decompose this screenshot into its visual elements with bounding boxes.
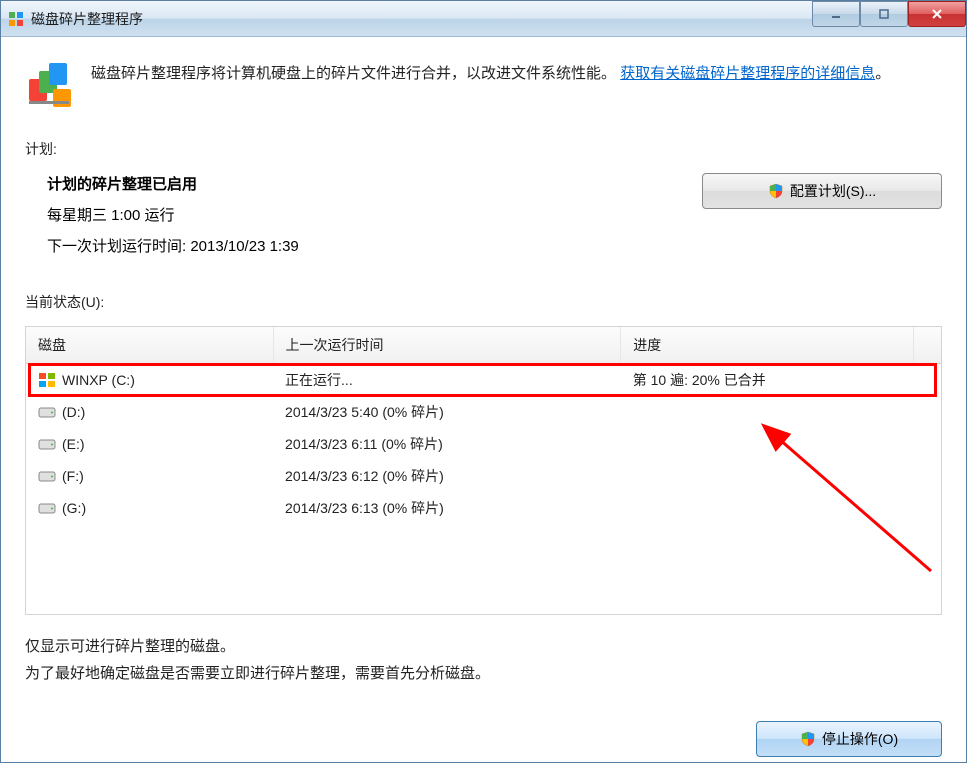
- schedule-section: 计划的碎片整理已启用 每星期三 1:00 运行 下一次计划运行时间: 2013/…: [25, 173, 942, 266]
- shield-icon: [800, 731, 816, 747]
- table-row[interactable]: (D:) 2014/3/23 5:40 (0% 碎片): [26, 396, 941, 428]
- table-row[interactable]: (E:) 2014/3/23 6:11 (0% 碎片): [26, 428, 941, 460]
- drive-icon: [38, 468, 56, 484]
- progress-value: 第 10 遍: 20% 已合并: [621, 364, 914, 397]
- drive-icon: [38, 404, 56, 420]
- header-info: 磁盘碎片整理程序将计算机硬盘上的碎片文件进行合并，以改进文件系统性能。 获取有关…: [25, 61, 942, 109]
- configure-schedule-label: 配置计划(S)...: [790, 181, 876, 201]
- progress-value: [621, 460, 914, 492]
- titlebar: 磁盘碎片整理程序: [1, 1, 966, 37]
- close-button[interactable]: [908, 1, 966, 27]
- stop-button-label: 停止操作(O): [822, 729, 898, 749]
- table-row[interactable]: WINXP (C:) 正在运行...第 10 遍: 20% 已合并: [26, 364, 941, 397]
- last-run-value: 2014/3/23 5:40 (0% 碎片): [273, 396, 621, 428]
- disk-name: (F:): [62, 468, 84, 484]
- last-run-value: 2014/3/23 6:12 (0% 碎片): [273, 460, 621, 492]
- column-spacer: [914, 327, 941, 364]
- progress-value: [621, 492, 914, 524]
- column-last-run[interactable]: 上一次运行时间: [273, 327, 621, 364]
- configure-schedule-button[interactable]: 配置计划(S)...: [702, 173, 942, 209]
- last-run-value: 正在运行...: [273, 364, 621, 397]
- minimize-button[interactable]: [812, 1, 860, 27]
- disk-name: (G:): [62, 500, 86, 516]
- windows-drive-icon: [38, 372, 56, 388]
- defrag-icon: [25, 61, 77, 109]
- drive-icon: [38, 436, 56, 452]
- footer-text: 仅显示可进行碎片整理的磁盘。 为了最好地确定磁盘是否需要立即进行碎片整理，需要首…: [25, 633, 942, 687]
- schedule-run-time: 每星期三 1:00 运行: [47, 204, 299, 225]
- schedule-enabled-title: 计划的碎片整理已启用: [47, 173, 299, 194]
- table-row[interactable]: (G:) 2014/3/23 6:13 (0% 碎片): [26, 492, 941, 524]
- disk-table: 磁盘 上一次运行时间 进度 WINXP (C:) 正在运行...第 10 遍: 2…: [25, 326, 942, 615]
- learn-more-link[interactable]: 获取有关磁盘碎片整理程序的详细信息: [620, 65, 875, 82]
- schedule-label: 计划:: [25, 139, 942, 159]
- disk-name: WINXP (C:): [62, 372, 135, 388]
- shield-icon: [768, 183, 784, 199]
- column-progress[interactable]: 进度: [621, 327, 914, 364]
- disk-name: (E:): [62, 436, 85, 452]
- progress-value: [621, 428, 914, 460]
- column-disk[interactable]: 磁盘: [26, 327, 273, 364]
- header-desc-text: 磁盘碎片整理程序将计算机硬盘上的碎片文件进行合并，以改进文件系统性能。: [91, 65, 616, 82]
- footer-line2: 为了最好地确定磁盘是否需要立即进行碎片整理，需要首先分析磁盘。: [25, 660, 942, 687]
- disk-name: (D:): [62, 404, 85, 420]
- maximize-button[interactable]: [860, 1, 908, 27]
- bottom-bar: 停止操作(O): [25, 721, 942, 757]
- drive-icon: [38, 500, 56, 516]
- header-description: 磁盘碎片整理程序将计算机硬盘上的碎片文件进行合并，以改进文件系统性能。 获取有关…: [91, 61, 890, 109]
- stop-button[interactable]: 停止操作(O): [756, 721, 942, 757]
- last-run-value: 2014/3/23 6:11 (0% 碎片): [273, 428, 621, 460]
- app-icon: [7, 10, 25, 28]
- last-run-value: 2014/3/23 6:13 (0% 碎片): [273, 492, 621, 524]
- content-area: 磁盘碎片整理程序将计算机硬盘上的碎片文件进行合并，以改进文件系统性能。 获取有关…: [1, 37, 966, 762]
- schedule-next-run: 下一次计划运行时间: 2013/10/23 1:39: [47, 235, 299, 256]
- window-controls: [812, 1, 966, 27]
- progress-value: [621, 396, 914, 428]
- status-label: 当前状态(U):: [25, 292, 942, 312]
- footer-line1: 仅显示可进行碎片整理的磁盘。: [25, 633, 942, 660]
- table-row[interactable]: (F:) 2014/3/23 6:12 (0% 碎片): [26, 460, 941, 492]
